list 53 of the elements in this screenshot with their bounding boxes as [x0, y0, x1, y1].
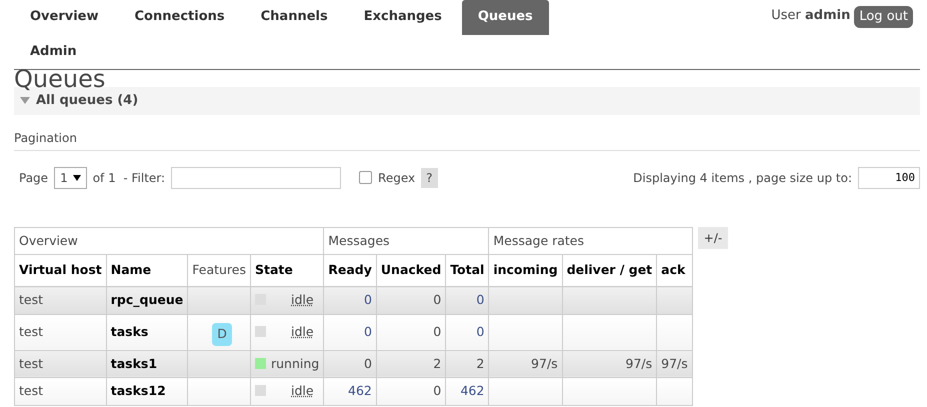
nav-tab[interactable]: Admin	[14, 34, 93, 69]
message-count: 0	[376, 378, 446, 406]
table-cell: test	[14, 378, 106, 406]
column-toggle-button[interactable]: +/-	[698, 226, 728, 248]
collapse-icon	[20, 97, 30, 104]
state-text: idle	[291, 383, 314, 398]
column-group-header: Overview	[14, 227, 324, 255]
queue-name[interactable]: tasks12	[106, 378, 188, 406]
table-cell: test	[14, 314, 106, 350]
filter-label: of 1 - Filter:	[92, 170, 166, 186]
page-size-field[interactable]: 100	[858, 166, 920, 188]
queue-name[interactable]: tasks	[106, 314, 188, 350]
message-count: 462	[446, 378, 489, 406]
logout-button[interactable]: Log out	[854, 6, 913, 28]
state-text: running	[271, 356, 320, 370]
message-count: 0	[376, 286, 446, 314]
nav-tab[interactable]: Queues	[462, 0, 549, 34]
table-cell: test	[14, 350, 106, 378]
column-group-header: Message rates	[488, 227, 692, 255]
nav-tab[interactable]: Channels	[244, 0, 344, 34]
state-text: idle	[291, 324, 314, 339]
help-button[interactable]: ?	[421, 168, 438, 188]
regex-label: Regex	[378, 170, 416, 186]
page-select[interactable]: 1	[54, 166, 87, 188]
nav-tab[interactable]: Exchanges	[348, 0, 458, 34]
user-label: User admin	[771, 7, 850, 25]
rate-cell: 97/s	[488, 350, 562, 378]
message-count: 2	[446, 350, 489, 378]
rate-cell: 97/s	[656, 350, 692, 378]
message-count: 0	[324, 286, 376, 314]
queue-name[interactable]: tasks1	[106, 350, 188, 378]
queue-name[interactable]: rpc_queue	[106, 286, 188, 314]
nav-tab[interactable]: Overview	[14, 0, 115, 34]
state-text: idle	[291, 292, 314, 307]
message-count: 0	[376, 314, 446, 350]
section-title: All queues (4)	[36, 92, 138, 110]
message-count: 0	[446, 286, 489, 314]
message-count: 0	[324, 350, 376, 378]
pagination-heading: Pagination	[14, 128, 920, 150]
caret-icon	[72, 174, 81, 180]
column-group-header: Messages	[324, 227, 489, 255]
page-label: Page	[19, 170, 48, 186]
nav-tab[interactable]: Connections	[118, 0, 241, 34]
message-count: 462	[324, 378, 376, 406]
table-cell: test	[14, 286, 106, 314]
message-count: 0	[324, 314, 376, 350]
filter-field[interactable]	[171, 166, 342, 188]
feature-badge: D	[212, 322, 232, 346]
rate-cell: 97/s	[562, 350, 657, 378]
message-count: 2	[376, 350, 446, 378]
page-size-label: Displaying 4 items , page size up to:	[633, 170, 852, 186]
regex-checkbox[interactable]	[359, 171, 372, 184]
message-count: 0	[446, 314, 489, 350]
